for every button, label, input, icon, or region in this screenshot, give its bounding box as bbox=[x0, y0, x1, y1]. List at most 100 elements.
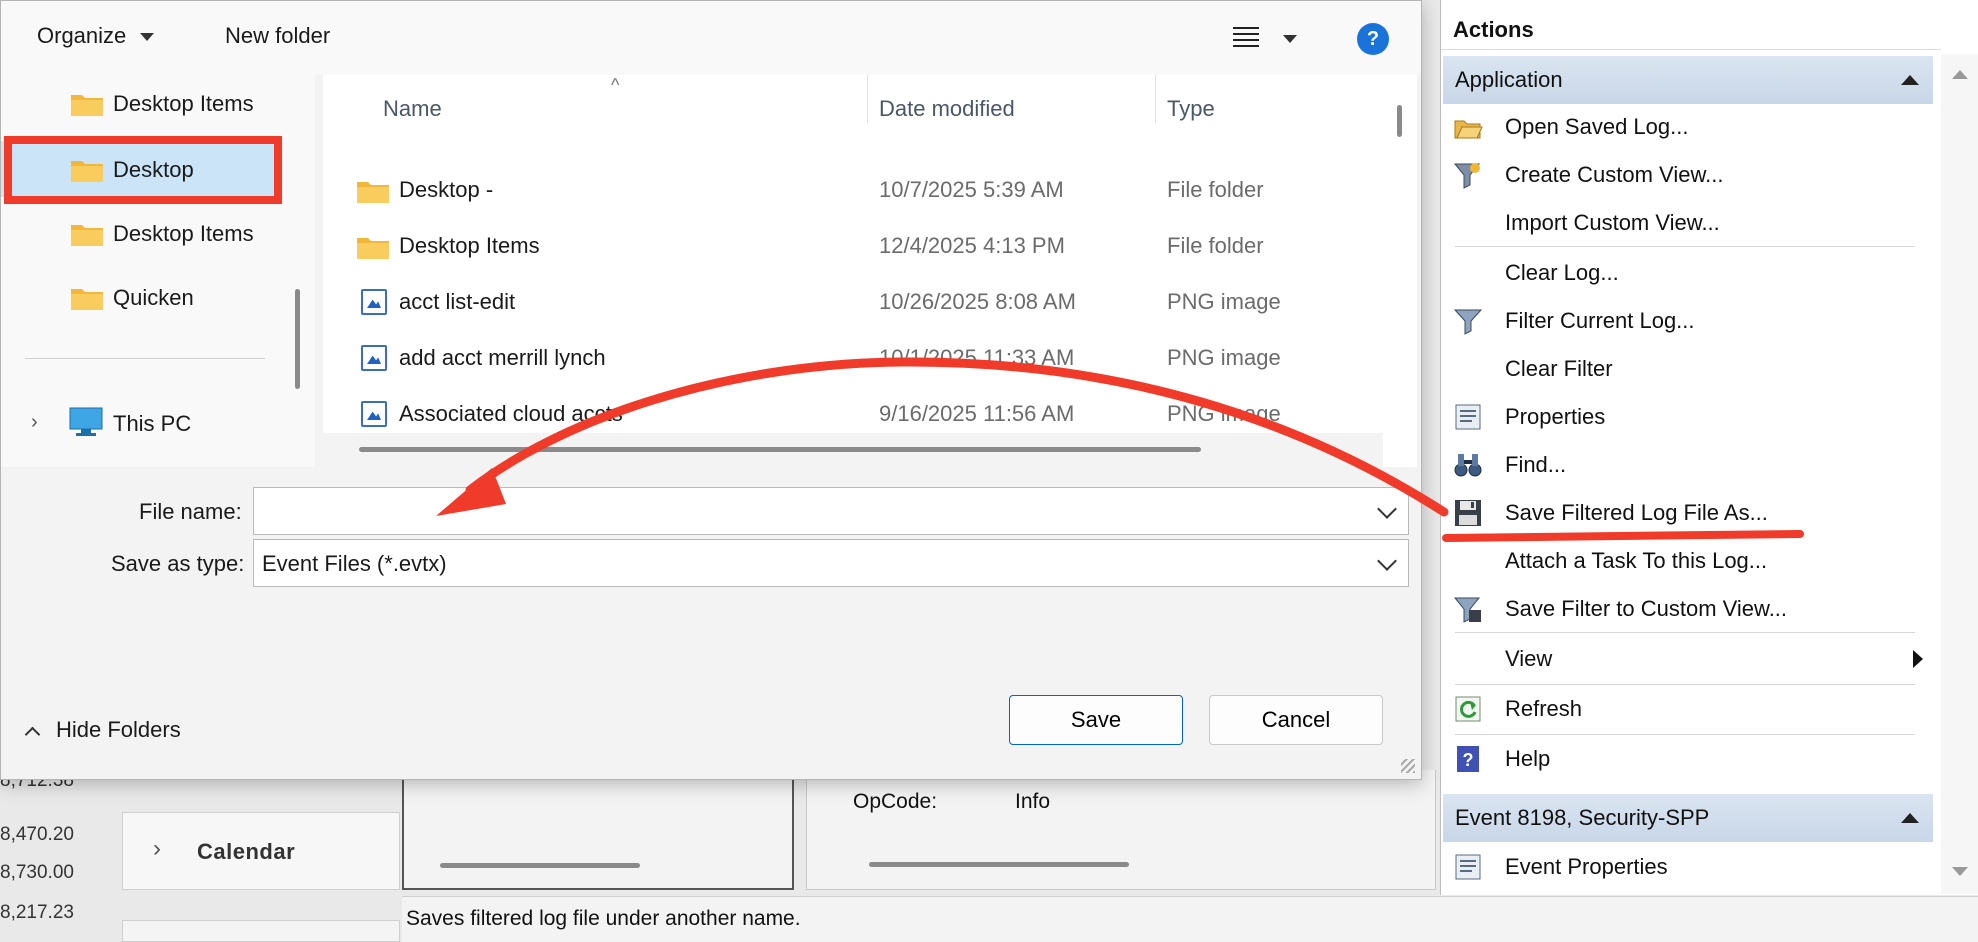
background-panel-strip bbox=[122, 920, 400, 942]
action-open-saved-log[interactable]: Open Saved Log... bbox=[1443, 104, 1933, 150]
action-attach-task[interactable]: Attach a Task To this Log... bbox=[1443, 538, 1933, 584]
action-label: Attach a Task To this Log... bbox=[1505, 548, 1768, 573]
file-name-combobox[interactable] bbox=[253, 487, 1409, 535]
separator bbox=[1455, 246, 1915, 247]
action-help[interactable]: ? Help bbox=[1443, 736, 1933, 782]
action-event-properties[interactable]: Event Properties bbox=[1443, 844, 1933, 890]
file-type: PNG image bbox=[1167, 345, 1281, 370]
file-name: add acct merrill lynch bbox=[399, 345, 606, 370]
column-header-name[interactable]: Name bbox=[383, 85, 442, 133]
hide-folders-button[interactable]: Hide Folders bbox=[24, 717, 181, 743]
group-header-application[interactable]: Application bbox=[1443, 56, 1933, 104]
action-label: Clear Log... bbox=[1505, 260, 1619, 285]
sort-ascending-icon: ^ bbox=[611, 75, 620, 95]
scroll-thumb[interactable] bbox=[359, 447, 1201, 452]
group-header-event[interactable]: Event 8198, Security-SPP bbox=[1443, 794, 1933, 842]
svg-text:?: ? bbox=[1463, 750, 1474, 770]
background-value: 8,217.23 bbox=[0, 902, 74, 923]
nav-item-label: Desktop Items bbox=[113, 91, 254, 116]
nav-item-desktop-items-2[interactable]: Desktop Items bbox=[1, 205, 281, 261]
file-type: PNG image bbox=[1167, 401, 1281, 426]
scroll-down-icon[interactable] bbox=[1952, 867, 1968, 876]
dropdown-arrow-icon bbox=[140, 33, 155, 42]
column-header-date-modified[interactable]: Date modified bbox=[879, 85, 1015, 133]
nav-item-desktop-items[interactable]: Desktop Items bbox=[1, 75, 281, 131]
calendar-panel[interactable]: › Calendar bbox=[122, 812, 400, 890]
horizontal-scrollbar[interactable] bbox=[869, 862, 1129, 867]
organize-button[interactable]: Organize bbox=[37, 23, 155, 49]
nav-item-this-pc[interactable]: This PC bbox=[113, 411, 191, 437]
view-options-icon[interactable] bbox=[1233, 27, 1259, 49]
file-row[interactable]: Desktop Items 12/4/2025 4:13 PM File fol… bbox=[323, 217, 1383, 273]
action-save-filtered-log-file-as[interactable]: Save Filtered Log File As... bbox=[1443, 490, 1933, 536]
file-name-input[interactable] bbox=[255, 489, 1355, 533]
group-title: Event 8198, Security-SPP bbox=[1455, 805, 1710, 830]
status-bar: Saves filtered log file under another na… bbox=[402, 896, 1978, 942]
nav-item-label: Desktop Items bbox=[113, 221, 254, 246]
folder-icon bbox=[71, 225, 103, 246]
chevron-down-icon[interactable] bbox=[1377, 551, 1397, 571]
file-list-vertical-scrollbar[interactable] bbox=[1383, 75, 1417, 467]
scroll-thumb[interactable] bbox=[295, 289, 300, 389]
file-row[interactable]: add acct merrill lynch 10/1/2025 11:33 A… bbox=[323, 329, 1383, 385]
horizontal-scrollbar[interactable] bbox=[440, 863, 640, 868]
action-label: Import Custom View... bbox=[1505, 210, 1720, 235]
file-row[interactable]: acct list-edit 10/26/2025 8:08 AM PNG im… bbox=[323, 273, 1383, 329]
view-dropdown-icon[interactable] bbox=[1283, 35, 1297, 43]
open-log-icon bbox=[1454, 120, 1483, 139]
cancel-button[interactable]: Cancel bbox=[1209, 695, 1383, 745]
image-file-icon bbox=[361, 289, 387, 315]
expand-chevron-icon[interactable]: › bbox=[31, 411, 38, 434]
collapse-icon[interactable] bbox=[1901, 75, 1919, 85]
action-find[interactable]: Find... bbox=[1443, 442, 1933, 488]
save-button[interactable]: Save bbox=[1009, 695, 1183, 745]
action-clear-log[interactable]: Clear Log... bbox=[1443, 250, 1933, 296]
collapse-icon[interactable] bbox=[1901, 813, 1919, 823]
resize-grip-icon[interactable] bbox=[1401, 759, 1415, 773]
column-divider[interactable] bbox=[1155, 75, 1156, 123]
nav-scrollbar[interactable] bbox=[281, 75, 315, 467]
action-refresh[interactable]: Refresh bbox=[1443, 686, 1933, 732]
file-date: 10/26/2025 8:08 AM bbox=[879, 289, 1076, 314]
save-as-type-label: Save as type: bbox=[111, 551, 245, 576]
action-view[interactable]: View bbox=[1443, 636, 1933, 682]
file-date: 9/16/2025 11:56 AM bbox=[879, 401, 1075, 426]
chevron-down-icon[interactable] bbox=[1377, 499, 1397, 519]
action-filter-current-log[interactable]: Filter Current Log... bbox=[1443, 298, 1933, 344]
column-divider[interactable] bbox=[867, 75, 868, 123]
background-value: 8,470.20 bbox=[0, 824, 74, 845]
column-header-type[interactable]: Type bbox=[1167, 85, 1215, 133]
binoculars-icon bbox=[1454, 454, 1482, 477]
action-create-custom-view[interactable]: Create Custom View... bbox=[1443, 152, 1933, 198]
save-as-type-select[interactable]: Event Files (*.evtx) bbox=[253, 539, 1409, 587]
status-text: Saves filtered log file under another na… bbox=[406, 907, 801, 930]
action-label: Event Properties bbox=[1505, 854, 1668, 879]
action-import-custom-view[interactable]: Import Custom View... bbox=[1443, 200, 1933, 246]
file-row[interactable]: Desktop - 10/7/2025 5:39 AM File folder bbox=[323, 161, 1383, 217]
help-icon[interactable]: ? bbox=[1357, 23, 1389, 55]
floppy-disk-icon bbox=[1455, 500, 1481, 526]
file-date: 12/4/2025 4:13 PM bbox=[879, 233, 1065, 258]
submenu-arrow-icon bbox=[1913, 650, 1923, 668]
folder-icon bbox=[357, 238, 389, 259]
action-label: Filter Current Log... bbox=[1505, 308, 1695, 333]
action-properties[interactable]: Properties bbox=[1443, 394, 1933, 440]
file-name: Associated cloud accts bbox=[399, 401, 623, 426]
chevron-right-icon[interactable]: › bbox=[153, 835, 161, 863]
save-as-type-value: Event Files (*.evtx) bbox=[262, 551, 447, 576]
new-folder-button[interactable]: New folder bbox=[225, 23, 330, 49]
file-type: PNG image bbox=[1167, 289, 1281, 314]
filter-icon bbox=[1453, 309, 1483, 335]
action-save-filter-to-custom-view[interactable]: Save Filter to Custom View... bbox=[1443, 586, 1933, 632]
actions-scrollbar[interactable] bbox=[1941, 54, 1978, 894]
save-filter-icon bbox=[1453, 597, 1481, 623]
nav-item-quicken[interactable]: Quicken bbox=[1, 269, 281, 325]
create-filter-icon bbox=[1453, 163, 1481, 189]
scroll-thumb[interactable] bbox=[1397, 105, 1402, 137]
file-list-horizontal-scrollbar[interactable] bbox=[323, 433, 1383, 467]
dialog-footer: Hide Folders Save Cancel bbox=[1, 665, 1421, 779]
nav-item-desktop[interactable]: Desktop bbox=[1, 141, 281, 197]
action-clear-filter[interactable]: Clear Filter bbox=[1443, 346, 1933, 392]
file-date: 10/7/2025 5:39 AM bbox=[879, 177, 1064, 202]
scroll-up-icon[interactable] bbox=[1952, 70, 1968, 79]
